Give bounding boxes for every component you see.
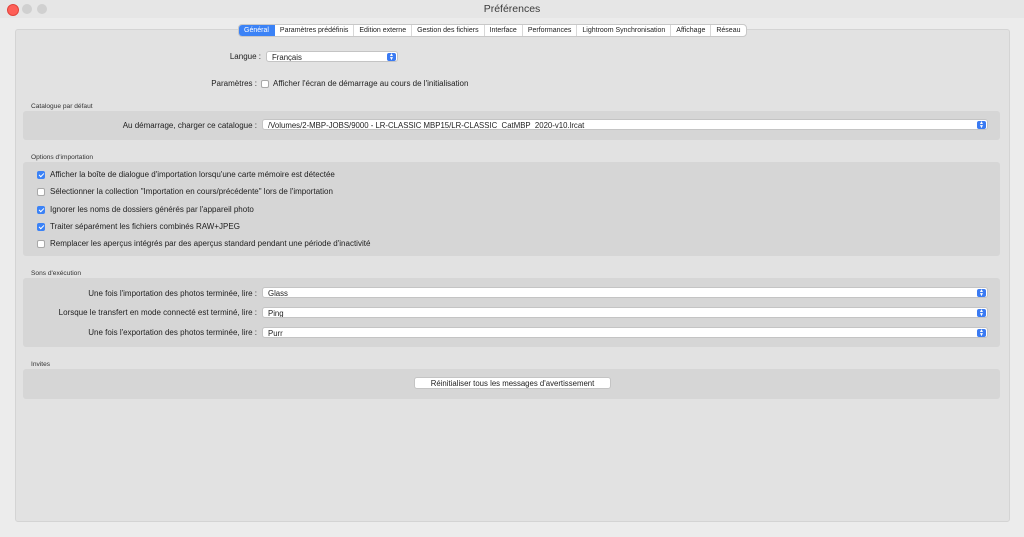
tab-network[interactable]: Réseau	[711, 25, 745, 36]
import-option-checkbox[interactable]	[37, 240, 45, 248]
language-value: Français	[272, 53, 302, 62]
splash-screen-label: Afficher l'écran de démarrage au cours d…	[273, 79, 469, 88]
tab-interface[interactable]: Interface	[485, 25, 523, 36]
title-bar: Préférences	[0, 0, 1024, 18]
language-label: Langue :	[229, 52, 261, 61]
sound-row-label: Une fois l'importation des photos termin…	[88, 289, 257, 298]
preferences-tabs: Général Paramètres prédéfinis Edition ex…	[238, 24, 747, 37]
import-section-title: Options d'importation	[31, 154, 94, 161]
import-option-checkbox[interactable]	[37, 171, 45, 179]
import-option-label: Afficher la boîte de dialogue d'importat…	[50, 170, 335, 179]
chevron-updown-icon: ▲ ▼	[977, 309, 986, 317]
catalog-section-title: Catalogue par défaut	[31, 103, 93, 110]
tab-general[interactable]: Général	[239, 25, 275, 36]
catalog-select[interactable]: /Volumes/2-MBP-JOBS/9000 - LR-CLASSIC MB…	[262, 119, 988, 130]
sound-select[interactable]: Ping ▲ ▼	[262, 307, 988, 318]
sound-select[interactable]: Purr ▲ ▼	[262, 327, 988, 338]
sound-select-value: Glass	[268, 289, 288, 298]
sound-select[interactable]: Glass ▲ ▼	[262, 287, 988, 298]
sound-row-label: Lorsque le transfert en mode connecté es…	[58, 308, 257, 317]
import-option-checkbox[interactable]	[37, 206, 45, 214]
tab-presets[interactable]: Paramètres prédéfinis	[275, 25, 355, 36]
catalog-label: Au démarrage, charger ce catalogue :	[122, 121, 257, 130]
import-option-label: Ignorer les noms de dossiers générés par…	[50, 205, 254, 214]
language-select[interactable]: Français ▲ ▼	[266, 51, 398, 62]
tab-performance[interactable]: Performances	[523, 25, 578, 36]
window-title: Préférences	[483, 3, 541, 15]
import-option-label: Sélectionner la collection "Importation …	[50, 187, 333, 196]
sound-select-value: Ping	[268, 309, 284, 318]
import-option-label: Remplacer les aperçus intégrés par des a…	[50, 239, 371, 248]
chevron-updown-icon: ▲ ▼	[387, 53, 396, 61]
sound-select-value: Purr	[268, 329, 283, 338]
chevron-updown-icon: ▲ ▼	[977, 121, 986, 129]
sound-row-label: Une fois l'exportation des photos termin…	[88, 328, 257, 337]
chevron-updown-icon: ▲ ▼	[977, 329, 986, 337]
reset-warnings-button[interactable]: Réinitialiser tous les messages d'averti…	[414, 377, 611, 389]
chevron-updown-icon: ▲ ▼	[977, 289, 986, 297]
splash-screen-checkbox[interactable]	[261, 80, 269, 88]
params-label: Paramètres :	[211, 79, 257, 88]
sounds-section-title: Sons d'exécution	[31, 270, 82, 277]
preferences-panel	[15, 29, 1010, 522]
import-option-checkbox[interactable]	[37, 223, 45, 231]
import-option-checkbox[interactable]	[37, 188, 45, 196]
prompts-section-title: Invites	[31, 361, 51, 368]
tab-external-editing[interactable]: Edition externe	[354, 25, 413, 36]
tab-display[interactable]: Affichage	[671, 25, 712, 36]
catalog-value: /Volumes/2-MBP-JOBS/9000 - LR-CLASSIC MB…	[268, 121, 585, 130]
import-option-label: Traiter séparément les fichiers combinés…	[50, 222, 240, 231]
tab-lightroom-sync[interactable]: Lightroom Synchronisation	[577, 25, 672, 36]
tab-file-handling[interactable]: Gestion des fichiers	[412, 25, 485, 36]
